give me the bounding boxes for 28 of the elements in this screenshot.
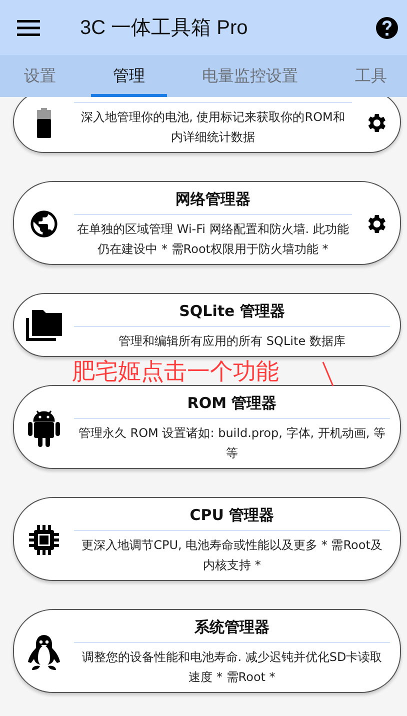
app-title: 3C 一体工具箱 Pro [80,16,249,41]
card-title: CPU 管理器 [190,505,274,526]
card-title: 系统管理器 [194,617,270,638]
help-icon[interactable] [375,16,399,40]
menu-icon[interactable] [17,20,40,36]
annotation-stroke [322,361,334,387]
globe-icon [28,208,60,240]
card-description: 管理永久 ROM 设置诸如: build.prop, 字体, 开机动画, 等等 [77,425,387,462]
card-description: 在单独的区域管理 Wi-Fi 网络配置和防火墙. 此功能仍在建设中 * 需Root权限用于防火墙功能 * [76,221,350,258]
card-description: 深入地管理你的电池, 使用标记来获取你的ROM和内详细统计数据 [80,109,346,146]
android-icon [28,408,60,446]
manager-card[interactable]: SQLite 管理器 管理和编辑所有应用的所有 SQLite 数据库 [13,293,401,357]
folders-icon [26,310,62,342]
battery-icon [37,108,51,138]
card-description: 调整您的设备性能和电池寿命. 减少迟钝并优化SD卡读取速度 * 需Root * [80,649,384,686]
card-description: 管理和编辑所有应用的所有 SQLite 数据库 [118,333,346,350]
manager-card[interactable]: 网络管理器 在单独的区域管理 Wi-Fi 网络配置和防火墙. 此功能仍在建设中 * 需Root权限用于防火墙功能 * [13,181,401,265]
card-title: ROM 管理器 [187,393,277,414]
manager-card[interactable]: 系统管理器 调整您的设备性能和电池寿命. 减少迟钝并优化SD卡读取速度 * 需Root * [13,609,401,693]
annotation-text: 肥宅姬点击一个功能 [72,359,279,385]
card-title: 网络管理器 [176,189,250,210]
penguin-icon [26,634,62,670]
chip-icon [29,524,59,554]
manager-card[interactable]: 深入地管理你的电池, 使用标记来获取你的ROM和内详细统计数据 [13,97,401,153]
card-title: SQLite 管理器 [179,301,285,322]
card-description: 更深入地调节CPU, 电池寿命或性能以及更多 * 需Root及内核支持 * [80,537,384,574]
manager-card[interactable]: ROM 管理器 管理永久 ROM 设置诸如: build.prop, 字体, 开机动画, 等等 [13,385,401,469]
manager-card[interactable]: CPU 管理器 更深入地调节CPU, 电池寿命或性能以及更多 * 需Root及内核支持 * [13,497,401,581]
